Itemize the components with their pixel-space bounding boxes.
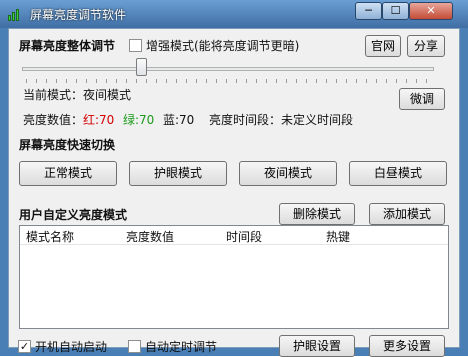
slider-tick (226, 79, 227, 83)
eye-care-settings-button[interactable]: 护眼设置 (279, 335, 355, 357)
eye-care-mode-button[interactable]: 护眼模式 (129, 161, 227, 186)
slider-tick (346, 79, 347, 83)
autostart-checkbox[interactable]: ✓ (18, 340, 31, 353)
slider-tick (416, 79, 417, 83)
close-button[interactable]: ✕ (409, 2, 453, 20)
custom-mode-heading: 用户自定义亮度模式 (19, 208, 128, 222)
column-header-period[interactable]: 时间段 (226, 228, 262, 245)
current-mode-text: 当前模式：夜间模式 (23, 88, 132, 102)
window-title: 屏幕亮度调节软件 (30, 8, 127, 22)
enhance-mode-checkbox[interactable] (129, 39, 142, 52)
add-mode-button[interactable]: 添加模式 (369, 203, 445, 225)
client-area: 屏幕亮度整体调节 增强模式(能将亮度调节更暗) 官网 分享 当前模式：夜间模式 … (8, 28, 460, 357)
delete-mode-button[interactable]: 删除模式 (279, 203, 355, 225)
slider-tick (336, 79, 337, 83)
slider-tick (206, 79, 207, 83)
slider-tick (366, 79, 367, 83)
slider-tick (216, 79, 217, 83)
slider-tick (86, 79, 87, 83)
autostart-label: 开机自动启动 (35, 340, 108, 354)
slider-tick (186, 79, 187, 83)
quick-switch-heading: 屏幕亮度快速切换 (19, 138, 116, 152)
brightness-slider-track[interactable] (22, 67, 434, 71)
slider-tick (306, 79, 307, 83)
slider-tick (236, 79, 237, 83)
slider-tick (426, 79, 427, 83)
fine-tune-button[interactable]: 微调 (399, 88, 445, 110)
maximize-button[interactable]: ☐ (382, 2, 409, 20)
column-header-hotkey[interactable]: 热键 (326, 228, 350, 245)
auto-timed-checkbox[interactable] (128, 340, 141, 353)
night-mode-button[interactable]: 夜间模式 (239, 161, 337, 186)
slider-tick (266, 79, 267, 83)
overall-adjust-heading: 屏幕亮度整体调节 (19, 39, 116, 53)
slider-tick (196, 79, 197, 83)
blue-value: 蓝:70 (163, 113, 195, 127)
slider-tick (126, 79, 127, 83)
slider-tick (386, 79, 387, 83)
auto-timed-label: 自动定时调节 (145, 340, 218, 354)
slider-tick (26, 79, 27, 83)
title-bar[interactable]: 屏幕亮度调节软件 ─ ☐ ✕ (0, 0, 468, 28)
enhance-mode-label: 增强模式(能将亮度调节更暗) (146, 39, 300, 53)
day-mode-button[interactable]: 白昼模式 (349, 161, 447, 186)
brightness-bars-icon (8, 7, 22, 21)
slider-tick (56, 79, 57, 83)
slider-tick (46, 79, 47, 83)
slider-tick (136, 79, 137, 83)
green-value: 绿:70 (123, 113, 155, 127)
slider-tick (116, 79, 117, 83)
slider-tick (176, 79, 177, 83)
slider-tick (106, 79, 107, 83)
slider-tick (146, 79, 147, 83)
slider-tick (326, 79, 327, 83)
normal-mode-button[interactable]: 正常模式 (19, 161, 117, 186)
minimize-button[interactable]: ─ (355, 2, 382, 20)
brightness-slider-thumb[interactable] (136, 58, 148, 76)
brightness-period-text: 亮度时间段：未定义时间段 (209, 113, 354, 127)
red-value: 红:70 (83, 113, 115, 127)
app-window: 屏幕亮度调节软件 ─ ☐ ✕ 屏幕亮度整体调节 增强模式(能将亮度调节更暗) 官… (0, 0, 468, 357)
website-button[interactable]: 官网 (365, 35, 401, 57)
column-header-brightness[interactable]: 亮度数值 (126, 228, 174, 245)
slider-tick (96, 79, 97, 83)
share-button[interactable]: 分享 (407, 35, 445, 57)
slider-tick (36, 79, 37, 83)
more-settings-button[interactable]: 更多设置 (369, 335, 445, 357)
slider-tick (376, 79, 377, 83)
slider-tick (66, 79, 67, 83)
slider-tick (316, 79, 317, 83)
slider-tick (276, 79, 277, 83)
brightness-value-label: 亮度数值： (23, 113, 84, 127)
slider-tick (406, 79, 407, 83)
list-header: 模式名称 亮度数值 时间段 热键 (20, 226, 448, 245)
slider-tick (76, 79, 77, 83)
slider-tick (286, 79, 287, 83)
slider-tick (356, 79, 357, 83)
custom-mode-list[interactable]: 模式名称 亮度数值 时间段 热键 (19, 225, 449, 329)
slider-tick (166, 79, 167, 83)
slider-tick (246, 79, 247, 83)
slider-ticks (26, 79, 430, 83)
column-header-mode-name[interactable]: 模式名称 (26, 228, 74, 245)
slider-tick (296, 79, 297, 83)
slider-tick (156, 79, 157, 83)
slider-tick (256, 79, 257, 83)
slider-tick (396, 79, 397, 83)
